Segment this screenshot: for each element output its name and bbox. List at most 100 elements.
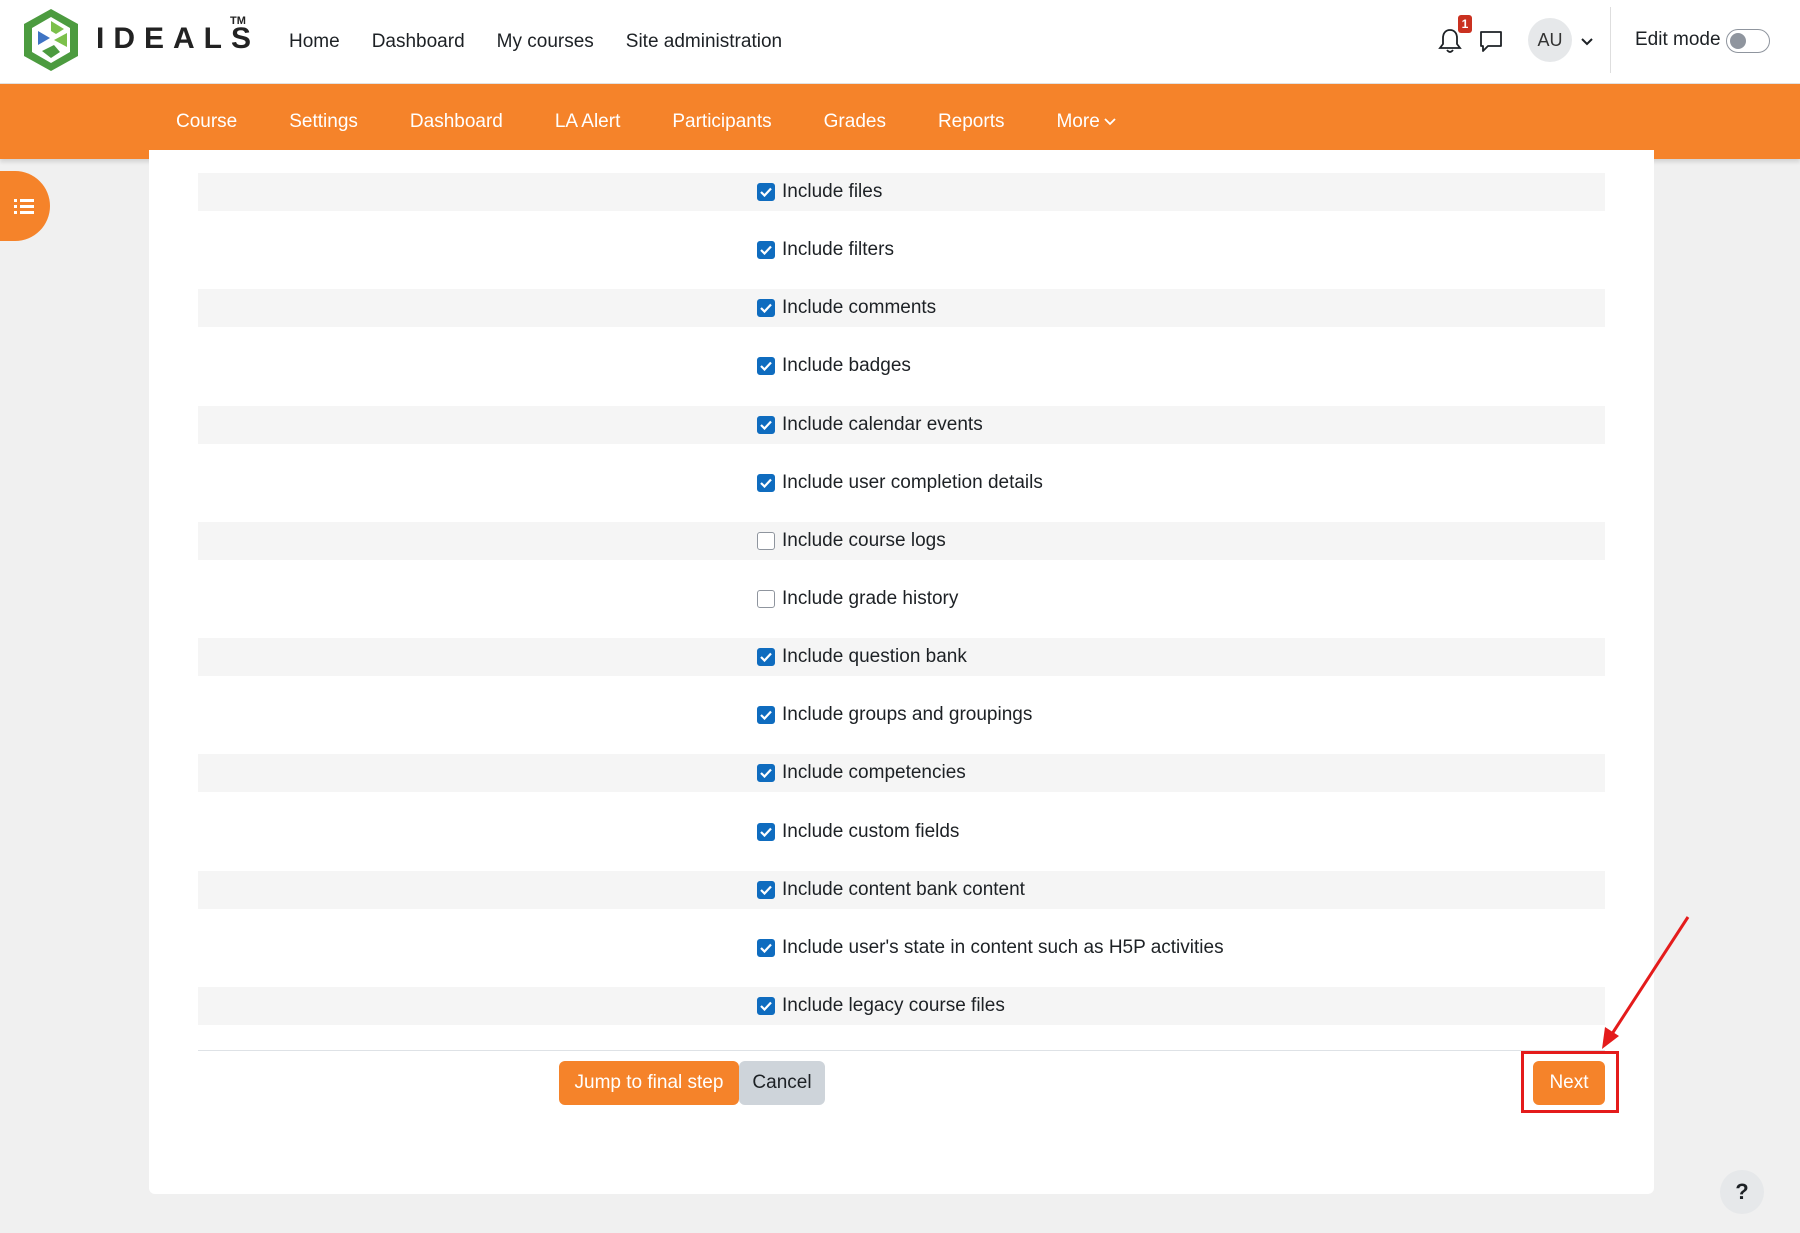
nav-home-link[interactable]: Home <box>273 31 356 53</box>
navbar-divider <box>1610 7 1611 73</box>
option-include-filters[interactable]: Include filters <box>757 231 894 269</box>
tab-participants[interactable]: Participants <box>672 111 771 133</box>
list-icon <box>14 199 34 214</box>
checkmark-icon <box>760 361 772 371</box>
list-item: Include badges <box>198 347 1605 385</box>
tab-reports[interactable]: Reports <box>938 111 1005 133</box>
tab-la-alert[interactable]: LA Alert <box>555 111 621 133</box>
tab-more[interactable]: More <box>1056 110 1116 133</box>
checkmark-icon <box>760 245 772 255</box>
list-item: Include groups and groupings <box>198 696 1605 734</box>
list-item: Include filters <box>198 231 1605 269</box>
checkmark-icon <box>760 652 772 662</box>
more-chevron-down-icon <box>1104 117 1116 125</box>
option-include-comments[interactable]: Include comments <box>757 289 936 327</box>
option-include-legacy-course-files[interactable]: Include legacy course files <box>757 987 1005 1025</box>
messages-chat-icon[interactable] <box>1478 28 1504 54</box>
option-include-user-completion-details[interactable]: Include user completion details <box>757 464 1043 502</box>
tab-more-label: More <box>1056 110 1100 132</box>
list-item: Include grade history <box>198 580 1605 618</box>
checkbox[interactable] <box>757 590 775 608</box>
brand-name: IDEALS <box>96 22 261 55</box>
option-include-badges[interactable]: Include badges <box>757 347 911 385</box>
option-label: Include legacy course files <box>782 995 1005 1016</box>
tab-grades[interactable]: Grades <box>824 111 886 133</box>
tab-dashboard[interactable]: Dashboard <box>410 111 503 133</box>
edit-mode-label: Edit mode <box>1635 29 1721 50</box>
checkmark-icon <box>760 187 772 197</box>
checkmark-icon <box>760 303 772 313</box>
nav-dashboard-link[interactable]: Dashboard <box>356 31 481 53</box>
jump-to-final-step-button[interactable]: Jump to final step <box>559 1061 739 1105</box>
checkbox[interactable] <box>757 881 775 899</box>
checkbox[interactable] <box>757 241 775 259</box>
nav-my-courses-link[interactable]: My courses <box>481 31 610 53</box>
form-actions-divider <box>198 1050 1605 1051</box>
primary-navigation: Home Dashboard My courses Site administr… <box>273 0 798 84</box>
brand-trademark: TM <box>230 15 246 27</box>
edit-mode-toggle-knob <box>1730 33 1746 49</box>
checkbox[interactable] <box>757 706 775 724</box>
option-label: Include files <box>782 181 883 202</box>
list-item: Include legacy course files <box>198 987 1605 1025</box>
option-include-competencies[interactable]: Include competencies <box>757 754 966 792</box>
checkbox[interactable] <box>757 357 775 375</box>
ideals-logo-icon[interactable] <box>20 7 82 73</box>
option-include-calendar-events[interactable]: Include calendar events <box>757 406 983 444</box>
list-item: Include user's state in content such as … <box>198 929 1605 967</box>
edit-mode-toggle[interactable] <box>1726 29 1770 53</box>
checkbox[interactable] <box>757 474 775 492</box>
checkbox[interactable] <box>757 939 775 957</box>
tab-settings[interactable]: Settings <box>289 111 358 133</box>
list-item: Include files <box>198 173 1605 211</box>
cancel-button[interactable]: Cancel <box>739 1061 825 1105</box>
option-label: Include filters <box>782 239 894 260</box>
checkbox[interactable] <box>757 648 775 666</box>
option-label: Include comments <box>782 297 937 318</box>
option-include-groups-and-groupings[interactable]: Include groups and groupings <box>757 696 1032 734</box>
option-include-course-logs[interactable]: Include course logs <box>757 522 946 560</box>
list-item: Include competencies <box>198 754 1605 792</box>
option-label: Include custom fields <box>782 821 960 842</box>
checkbox[interactable] <box>757 299 775 317</box>
option-include-content-bank-content[interactable]: Include content bank content <box>757 871 1025 909</box>
checkbox[interactable] <box>757 416 775 434</box>
tab-course[interactable]: Course <box>176 111 237 133</box>
checkbox[interactable] <box>757 997 775 1015</box>
checkmark-icon <box>760 420 772 430</box>
checkbox[interactable] <box>757 532 775 550</box>
checkbox[interactable] <box>757 764 775 782</box>
option-label: Include user's state in content such as … <box>782 937 1224 958</box>
course-index-drawer-toggle[interactable] <box>0 171 50 241</box>
notification-count-badge: 1 <box>1458 15 1472 33</box>
option-label: Include course logs <box>782 530 946 551</box>
list-item: Include comments <box>198 289 1605 327</box>
option-label: Include grade history <box>782 588 959 609</box>
list-item: Include calendar events <box>198 406 1605 444</box>
checkmark-icon <box>760 827 772 837</box>
list-item: Include custom fields <box>198 813 1605 851</box>
top-navbar: IDEALS TM Home Dashboard My courses Site… <box>0 0 1800 84</box>
option-label: Include competencies <box>782 762 966 783</box>
option-label: Include groups and groupings <box>782 704 1033 725</box>
option-include-user-state-h5p[interactable]: Include user's state in content such as … <box>757 929 1224 967</box>
user-menu-chevron-down-icon[interactable] <box>1580 34 1594 46</box>
checkbox[interactable] <box>757 823 775 841</box>
option-label: Include question bank <box>782 646 967 667</box>
checkmark-icon <box>760 943 772 953</box>
nav-site-administration-link[interactable]: Site administration <box>610 31 798 53</box>
list-item: Include user completion details <box>198 464 1605 502</box>
option-include-grade-history[interactable]: Include grade history <box>757 580 958 618</box>
option-label: Include user completion details <box>782 472 1043 493</box>
option-include-custom-fields[interactable]: Include custom fields <box>757 813 959 851</box>
help-button[interactable]: ? <box>1720 1170 1764 1214</box>
checkmark-icon <box>760 1001 772 1011</box>
user-avatar[interactable]: AU <box>1528 18 1572 62</box>
option-include-question-bank[interactable]: Include question bank <box>757 638 967 676</box>
option-label: Include badges <box>782 355 911 376</box>
checkmark-icon <box>760 478 772 488</box>
checkmark-icon <box>760 885 772 895</box>
option-include-files[interactable]: Include files <box>757 173 882 211</box>
checkmark-icon <box>760 710 772 720</box>
checkbox[interactable] <box>757 183 775 201</box>
